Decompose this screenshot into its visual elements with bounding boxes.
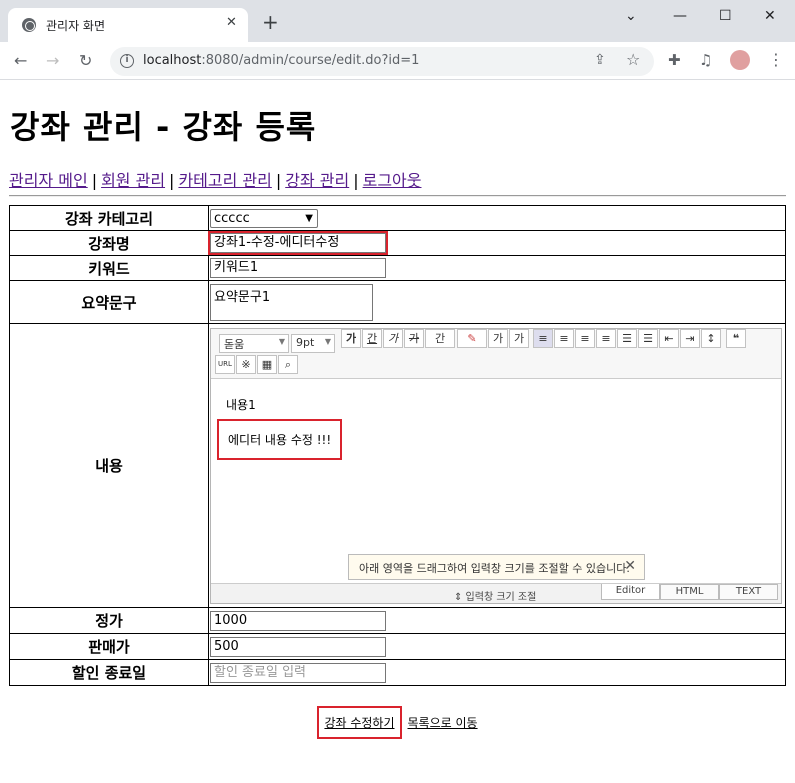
summary-label: 요약문구	[9, 280, 209, 324]
forward-icon[interactable]: →	[46, 51, 59, 70]
extensions-icon[interactable]: ✚	[668, 51, 681, 69]
tab-strip: 관리자 화면 ✕ + ⌄ — ☐ ✕	[0, 0, 795, 42]
editor-toolbar: 돋움 ▼ 9pt ▼ 가 간 가 가 간 ✎ 가 가 ≡ ≡ ≡ ≡ ☰ ☰ ⇤…	[211, 329, 781, 379]
content-label: 내용	[9, 323, 209, 608]
page-title: 강좌 관리 - 강좌 등록	[10, 108, 317, 146]
indent-icon[interactable]: ⇥	[680, 329, 700, 348]
chevron-down-icon: ▼	[305, 213, 313, 224]
menu-kebab-icon[interactable]: ⋮	[768, 50, 784, 69]
browser-toolbar: ← → ↻ i localhost:8080/admin/course/edit…	[0, 42, 795, 80]
bookmark-star-icon[interactable]: ☆	[626, 50, 640, 69]
price-label: 정가	[9, 607, 209, 634]
tab-editor-mode[interactable]: Editor	[601, 584, 660, 600]
rich-text-editor: 돋움 ▼ 9pt ▼ 가 간 가 가 간 ✎ 가 가 ≡ ≡ ≡ ≡ ☰ ☰ ⇤…	[210, 328, 782, 604]
bold-button[interactable]: 가	[341, 329, 361, 348]
reload-icon[interactable]: ↻	[79, 51, 92, 70]
sale-end-input[interactable]: 할인 종료일 입력	[210, 662, 386, 683]
align-center-icon[interactable]: ≡	[554, 329, 574, 348]
highlight-icon[interactable]: ✎	[457, 329, 487, 348]
keyword-input[interactable]: 키워드1	[210, 258, 386, 278]
tab-title: 관리자 화면	[46, 19, 106, 33]
font-size-select[interactable]: 9pt ▼	[291, 334, 335, 353]
page-content: 강좌 관리 - 강좌 등록 관리자 메인 | 회원 관리 | 카테고리 관리 | 강좌 관리…	[0, 80, 795, 783]
tab-close-icon[interactable]: ✕	[226, 15, 237, 30]
keyword-label: 키워드	[9, 255, 209, 281]
outdent-icon[interactable]: ⇤	[659, 329, 679, 348]
profile-avatar[interactable]	[730, 50, 750, 70]
nav-members[interactable]: 회원 관리	[101, 171, 165, 190]
editor-footer: ⇕ 입력창 크기 조절 Editor HTML TEXT	[211, 583, 781, 603]
sale-price-input[interactable]: 500	[210, 636, 386, 657]
tab-text-mode[interactable]: TEXT	[719, 584, 778, 600]
info-icon[interactable]: i	[120, 54, 134, 68]
close-window-icon[interactable]: ✕	[764, 8, 776, 24]
nav-courses[interactable]: 강좌 관리	[285, 171, 349, 190]
underline-button[interactable]: 간	[362, 329, 382, 348]
address-bar[interactable]: i localhost:8080/admin/course/edit.do?id…	[110, 47, 654, 76]
superscript-button[interactable]: 가	[488, 329, 508, 348]
list-link[interactable]: 목록으로 이동	[408, 716, 478, 730]
url-text: localhost:8080/admin/course/edit.do?id=1	[143, 53, 420, 68]
align-justify-icon[interactable]: ≡	[596, 329, 616, 348]
summary-textarea[interactable]: 요약문구1	[210, 283, 373, 321]
nav-logout[interactable]: 로그아웃	[363, 171, 422, 190]
category-label: 강좌 카테고리	[9, 205, 209, 231]
find-icon[interactable]: ⌕	[278, 355, 298, 374]
category-select[interactable]: ccccc ▼	[210, 209, 318, 228]
ordered-list-icon[interactable]: ☰	[617, 329, 637, 348]
align-left-icon[interactable]: ≡	[533, 329, 553, 348]
sale-price-label: 판매가	[9, 633, 209, 660]
browser-tab[interactable]: 관리자 화면 ✕	[8, 8, 248, 42]
subscript-button[interactable]: 가	[509, 329, 529, 348]
resize-tooltip: 아래 영역을 드래그하여 입력창 크기를 조절할 수 있습니다. ✕	[348, 554, 645, 580]
minimize-down-icon[interactable]: ⌄	[625, 8, 637, 24]
strike-button[interactable]: 가	[404, 329, 424, 348]
content-line-2: 에디터 내용 수정 !!!	[217, 419, 343, 460]
table-icon[interactable]: ▦	[257, 355, 277, 374]
font-color-button[interactable]: 간	[425, 329, 455, 348]
globe-icon	[22, 18, 36, 32]
nav-admin-main[interactable]: 관리자 메인	[9, 171, 88, 190]
price-input[interactable]: 1000	[210, 610, 386, 631]
form-actions: 강좌 수정하기 목록으로 이동	[0, 706, 795, 739]
course-form: 강좌 카테고리 ccccc ▼ 강좌명 강좌1-수정-에디터수정 키워드 키워드1…	[9, 205, 786, 686]
divider	[9, 195, 786, 197]
special-char-icon[interactable]: ※	[236, 355, 256, 374]
editor-content[interactable]: 내용1 에디터 내용 수정 !!! 아래 영역을 드래그하여 입력창 크기를 조…	[211, 380, 781, 583]
browser-chrome: 관리자 화면 ✕ + ⌄ — ☐ ✕ ← → ↻ i localhost:808…	[0, 0, 795, 80]
url-button[interactable]: URL	[215, 355, 235, 374]
tab-html-mode[interactable]: HTML	[660, 584, 719, 600]
tooltip-close-icon[interactable]: ✕	[624, 558, 636, 574]
nav-categories[interactable]: 카테고리 관리	[178, 171, 271, 190]
line-height-icon[interactable]: ↕	[701, 329, 721, 348]
new-tab-button[interactable]: +	[262, 12, 279, 32]
maximize-icon[interactable]: ☐	[719, 8, 732, 24]
back-icon[interactable]: ←	[14, 51, 27, 70]
align-right-icon[interactable]: ≡	[575, 329, 595, 348]
italic-button[interactable]: 가	[383, 329, 403, 348]
course-name-input[interactable]: 강좌1-수정-에디터수정	[208, 231, 388, 255]
minimize-icon[interactable]: —	[673, 8, 687, 24]
name-label: 강좌명	[9, 230, 209, 256]
unordered-list-icon[interactable]: ☰	[638, 329, 658, 348]
font-select[interactable]: 돋움 ▼	[219, 334, 289, 353]
share-icon[interactable]: ⇪	[594, 52, 606, 68]
submit-button[interactable]: 강좌 수정하기	[324, 716, 394, 730]
content-line-1: 내용1	[226, 398, 256, 412]
admin-nav: 관리자 메인 | 회원 관리 | 카테고리 관리 | 강좌 관리 | 로그아웃	[9, 171, 422, 190]
submit-box: 강좌 수정하기	[317, 706, 402, 739]
resize-handle[interactable]: ⇕ 입력창 크기 조절	[454, 588, 536, 603]
sale-end-label: 할인 종료일	[9, 659, 209, 686]
media-icon[interactable]: ♫	[699, 51, 712, 69]
quote-icon[interactable]: ❝	[726, 329, 746, 348]
